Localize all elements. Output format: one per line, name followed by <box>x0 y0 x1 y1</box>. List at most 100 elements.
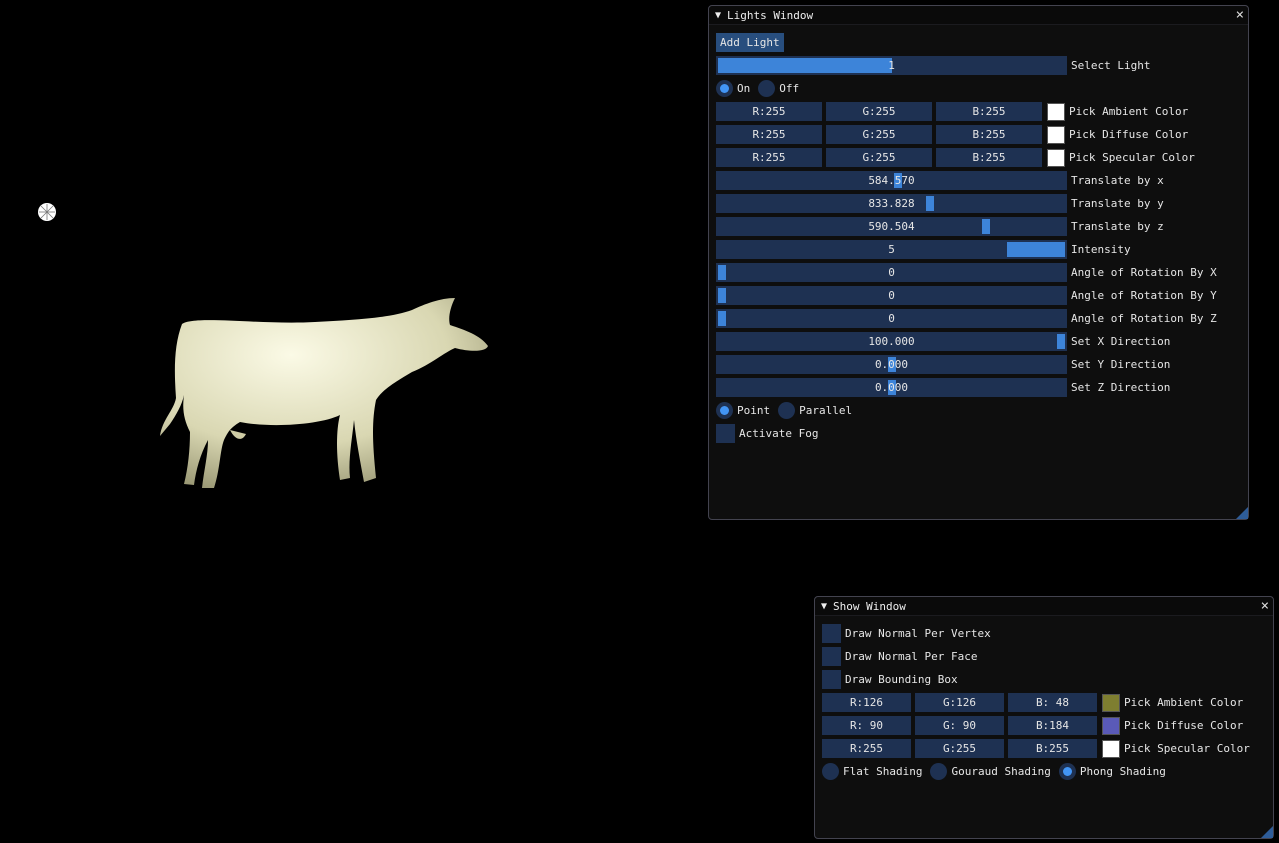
slider[interactable]: 590.504 <box>716 217 1067 236</box>
activate-fog-label: Activate Fog <box>739 427 819 440</box>
parallel-radio[interactable] <box>778 402 796 419</box>
color-channel-b-field[interactable]: B:255 <box>936 102 1042 121</box>
color-channel-g-field[interactable]: G:126 <box>915 693 1004 712</box>
slider-value: 0 <box>888 266 895 279</box>
activate-fog-checkbox[interactable] <box>716 424 735 443</box>
color-swatch[interactable] <box>1102 693 1120 712</box>
select-light-fill <box>718 58 892 73</box>
slider-grab[interactable] <box>718 265 726 280</box>
slider-label: Angle of Rotation By X <box>1071 266 1217 279</box>
row: 5 Intensity <box>716 240 1131 259</box>
row: 590.504 Translate by z <box>716 217 1164 236</box>
slider-label: Translate by x <box>1071 174 1164 187</box>
point-radio[interactable] <box>716 402 733 419</box>
select-light-slider[interactable]: 1 <box>716 56 1067 75</box>
viewport[interactable] <box>0 0 700 843</box>
radio-selected-icon <box>1062 767 1072 776</box>
draw-option-label: Draw Bounding Box <box>845 673 958 686</box>
slider[interactable]: 584.570 <box>716 171 1067 190</box>
color-label: Pick Ambient Color <box>1124 696 1244 709</box>
slider-grab[interactable] <box>926 196 935 211</box>
show-window-title: Show Window <box>833 599 906 613</box>
color-swatch[interactable] <box>1102 739 1120 758</box>
slider[interactable]: 0 <box>716 286 1067 305</box>
off-radio[interactable] <box>758 80 776 97</box>
draw-option-checkbox[interactable] <box>822 647 841 666</box>
on-radio[interactable] <box>716 80 733 97</box>
color-channel-b-field[interactable]: B:255 <box>1008 739 1097 758</box>
resize-grip-icon[interactable] <box>1261 826 1273 838</box>
slider-label: Angle of Rotation By Z <box>1071 312 1217 325</box>
color-channel-r-field[interactable]: R: 90 <box>822 716 911 735</box>
slider[interactable]: 5 <box>716 240 1067 259</box>
color-channel-r-field[interactable]: R:255 <box>716 148 822 167</box>
shading-radio[interactable] <box>930 763 948 780</box>
add-light-button[interactable]: Add Light <box>716 33 784 52</box>
radio-selected-icon <box>720 84 729 93</box>
color-channel-g-field[interactable]: G:255 <box>826 102 932 121</box>
slider[interactable]: 0.000 <box>716 355 1067 374</box>
color-channel-b-field[interactable]: B:255 <box>936 125 1042 144</box>
slider-value: 0.000 <box>874 381 909 394</box>
color-channel-r-field[interactable]: R:255 <box>822 739 911 758</box>
color-channel-g-field[interactable]: G:255 <box>826 125 932 144</box>
color-label: Pick Diffuse Color <box>1069 128 1189 141</box>
slider[interactable]: 833.828 <box>716 194 1067 213</box>
row: R:255 G:255 B:255 Pick Specular Color <box>716 148 1195 167</box>
color-channel-g-field[interactable]: G:255 <box>826 148 932 167</box>
show-window-titlebar[interactable]: ▼ Show Window × <box>815 597 1273 616</box>
color-channel-r-field[interactable]: R:255 <box>716 102 822 121</box>
shading-radio[interactable] <box>1058 763 1076 780</box>
slider-value: 833.828 <box>868 197 915 210</box>
color-label: Pick Ambient Color <box>1069 105 1189 118</box>
slider[interactable]: 0 <box>716 263 1067 282</box>
slider[interactable]: 100.000 <box>716 332 1067 351</box>
slider-value: 0 <box>888 289 895 302</box>
shading-radio[interactable] <box>822 763 839 780</box>
color-label: Pick Specular Color <box>1069 151 1195 164</box>
lights-window: ▼ Lights Window × Add Light 1 Select Light… <box>708 5 1249 520</box>
color-channel-g-field[interactable]: G:255 <box>915 739 1004 758</box>
color-channel-r-field[interactable]: R:255 <box>716 125 822 144</box>
slider-grab[interactable] <box>718 288 726 303</box>
draw-option-label: Draw Normal Per Face <box>845 650 978 663</box>
row: 0 Angle of Rotation By Z <box>716 309 1217 328</box>
row: Draw Normal Per Vertex <box>822 624 991 643</box>
collapse-arrow-icon[interactable]: ▼ <box>715 10 721 21</box>
row: Draw Bounding Box <box>822 670 958 689</box>
color-label: Pick Diffuse Color <box>1124 719 1244 732</box>
slider-value: 584.570 <box>868 174 915 187</box>
slider-grab[interactable] <box>1007 242 1065 257</box>
row: Draw Normal Per Face <box>822 647 977 666</box>
close-icon[interactable]: × <box>1261 598 1269 614</box>
select-light-value: 1 <box>888 59 895 72</box>
color-swatch[interactable] <box>1047 148 1065 167</box>
close-icon[interactable]: × <box>1236 7 1244 23</box>
draw-option-checkbox[interactable] <box>822 624 841 643</box>
collapse-arrow-icon[interactable]: ▼ <box>821 601 827 612</box>
color-channel-r-field[interactable]: R:126 <box>822 693 911 712</box>
slider-grab[interactable] <box>1057 334 1065 349</box>
resize-grip-icon[interactable] <box>1236 507 1248 519</box>
row: Flat Shading Gouraud Shading Phong Shading <box>822 762 1174 781</box>
slider[interactable]: 0 <box>716 309 1067 328</box>
slider-label: Set Y Direction <box>1071 358 1171 371</box>
color-swatch[interactable] <box>1047 102 1065 121</box>
color-swatch[interactable] <box>1102 716 1120 735</box>
color-channel-b-field[interactable]: B: 48 <box>1008 693 1097 712</box>
row: R:255 G:255 B:255 Pick Diffuse Color <box>716 125 1188 144</box>
color-swatch[interactable] <box>1047 125 1065 144</box>
row: 0 Angle of Rotation By X <box>716 263 1217 282</box>
lights-window-titlebar[interactable]: ▼ Lights Window × <box>709 6 1248 25</box>
color-channel-g-field[interactable]: G: 90 <box>915 716 1004 735</box>
color-channel-b-field[interactable]: B:255 <box>936 148 1042 167</box>
color-channel-b-field[interactable]: B:184 <box>1008 716 1097 735</box>
draw-option-checkbox[interactable] <box>822 670 841 689</box>
draw-option-label: Draw Normal Per Vertex <box>845 627 991 640</box>
slider-grab[interactable] <box>718 311 726 326</box>
slider-grab[interactable] <box>982 219 991 234</box>
row: Activate Fog <box>716 424 818 443</box>
slider[interactable]: 0.000 <box>716 378 1067 397</box>
shading-label: Flat Shading <box>843 765 923 778</box>
row: R: 90 G: 90 B:184 Pick Diffuse Color <box>822 716 1243 735</box>
